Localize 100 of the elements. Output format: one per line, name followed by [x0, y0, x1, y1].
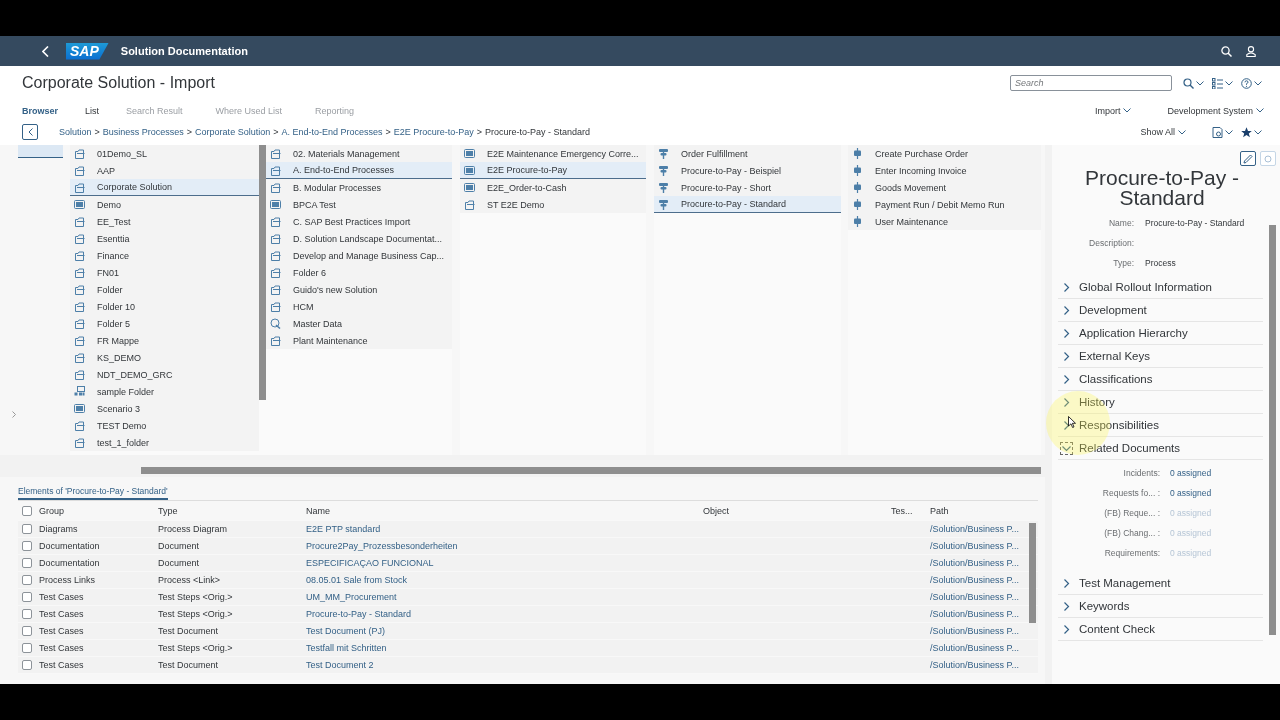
list-item[interactable]: HCM	[266, 298, 452, 315]
list-item[interactable]: A. End-to-End Processes	[266, 162, 452, 179]
list-item[interactable]: sample Folder	[70, 383, 259, 400]
table-link[interactable]: E2E PTP standard	[306, 524, 703, 534]
column-header[interactable]: Type	[158, 505, 306, 516]
favorites-button[interactable]	[1239, 126, 1264, 138]
list-item[interactable]: Order Fulfillment	[654, 145, 841, 162]
breadcrumb-link[interactable]: E2E Procure-to-Pay	[393, 127, 474, 137]
section-header[interactable]: Content Check	[1058, 618, 1263, 641]
list-item[interactable]: Corporate Solution	[70, 179, 259, 196]
section-header[interactable]: Related Documents	[1058, 437, 1263, 460]
list-item[interactable]: Folder	[70, 281, 259, 298]
table-link[interactable]: /Solution/Business P...	[930, 643, 1028, 653]
list-item[interactable]: Folder 10	[70, 298, 259, 315]
show-all-button[interactable]: Show All	[1140, 127, 1186, 137]
table-link[interactable]: Procure-to-Pay - Standard	[306, 609, 703, 619]
checkbox[interactable]	[22, 558, 32, 568]
search-field[interactable]: Search	[1010, 75, 1172, 91]
list-item[interactable]: Scenario 3	[70, 400, 259, 417]
column-header[interactable]: Name	[306, 505, 703, 516]
list-item[interactable]: C. SAP Best Practices Import	[266, 213, 452, 230]
list-item[interactable]: TEST Demo	[70, 417, 259, 434]
table-link[interactable]: /Solution/Business P...	[930, 524, 1028, 534]
list-item[interactable]: Esenttia	[70, 230, 259, 247]
list-item[interactable]: 01Demo_SL	[70, 145, 259, 162]
section-header[interactable]: External Keys	[1058, 345, 1263, 368]
column-header[interactable]: Group	[39, 505, 158, 516]
list-item[interactable]: Plant Maintenance	[266, 332, 452, 349]
list-item[interactable]: E2E Procure-to-Pay	[460, 162, 646, 179]
help-button[interactable]	[1239, 77, 1264, 89]
scrollbar[interactable]	[259, 145, 266, 400]
scrollbar[interactable]	[1029, 523, 1036, 623]
table-link[interactable]: Test Document (PJ)	[306, 626, 703, 636]
section-header[interactable]: Test Management	[1058, 572, 1263, 595]
table-link[interactable]: Testfall mit Schritten	[306, 643, 703, 653]
list-item[interactable]: Create Purchase Order	[848, 145, 1041, 162]
list-item[interactable]: AAP	[70, 162, 259, 179]
checkbox[interactable]	[22, 660, 32, 670]
section-header[interactable]: Keywords	[1058, 595, 1263, 618]
list-item[interactable]: Folder 5	[70, 315, 259, 332]
filter-button[interactable]	[1210, 126, 1235, 138]
back-button[interactable]	[22, 124, 38, 140]
view-settings-button[interactable]	[1210, 77, 1235, 89]
list-item[interactable]: Procure-to-Pay - Standard	[654, 196, 841, 213]
checkbox[interactable]	[22, 541, 32, 551]
column-header[interactable]: Path	[930, 505, 1028, 516]
list-item[interactable]: FR Mappe	[70, 332, 259, 349]
list-item[interactable]: test_1_folder	[70, 434, 259, 451]
column-header[interactable]: Object	[703, 505, 891, 516]
user-button[interactable]	[1246, 45, 1256, 57]
list-item[interactable]: D. Solution Landscape Documentat...	[266, 230, 452, 247]
column-header[interactable]: Tes...	[891, 505, 930, 516]
tab[interactable]: Browser	[22, 105, 58, 116]
list-item[interactable]: EE_Test	[70, 213, 259, 230]
list-item[interactable]: Enter Incoming Invoice	[848, 162, 1041, 179]
search-menu-button[interactable]	[1181, 77, 1206, 89]
list-item[interactable]: Folder 6	[266, 264, 452, 281]
list-item[interactable]: Procure-to-Pay - Short	[654, 179, 841, 196]
list-item[interactable]: Master Data	[266, 315, 452, 332]
scrollbar[interactable]	[1269, 225, 1276, 635]
list-item[interactable]: KS_DEMO	[70, 349, 259, 366]
table-link[interactable]: 08.05.01 Sale from Stock	[306, 575, 703, 585]
list-item[interactable]: E2E_Order-to-Cash	[460, 179, 646, 196]
table-link[interactable]: /Solution/Business P...	[930, 660, 1028, 670]
list-item[interactable]: Finance	[70, 247, 259, 264]
section-header[interactable]: Global Rollout Information	[1058, 276, 1263, 299]
section-header[interactable]: Classifications	[1058, 368, 1263, 391]
list-item[interactable]: Develop and Manage Business Cap...	[266, 247, 452, 264]
checkbox[interactable]	[22, 524, 32, 534]
section-header[interactable]: Development	[1058, 299, 1263, 322]
list-item[interactable]: B. Modular Processes	[266, 179, 452, 196]
list-item[interactable]: FN01	[70, 264, 259, 281]
list-item[interactable]: Goods Movement	[848, 179, 1041, 196]
table-link[interactable]: ESPECIFICAÇAO FUNCIONAL	[306, 558, 703, 568]
table-link[interactable]: /Solution/Business P...	[930, 609, 1028, 619]
scrollbar[interactable]	[141, 467, 1041, 474]
checkbox[interactable]	[22, 609, 32, 619]
table-link[interactable]: Test Document 2	[306, 660, 703, 670]
list-item[interactable]: Payment Run / Debit Memo Run	[848, 196, 1041, 213]
list-item[interactable]: ST E2E Demo	[460, 196, 646, 213]
section-header[interactable]: Application Hierarchy	[1058, 322, 1263, 345]
expand-handle-icon[interactable]	[12, 411, 16, 418]
list-item[interactable]: User Maintenance	[848, 213, 1041, 230]
checkbox[interactable]	[22, 505, 32, 516]
table-link[interactable]: Procure2Pay_Prozessbesonderheiten	[306, 541, 703, 551]
checkbox[interactable]	[22, 575, 32, 585]
list-item[interactable]: Demo	[70, 196, 259, 213]
menu-button[interactable]: Development System	[1167, 105, 1264, 116]
breadcrumb-link[interactable]: Solution	[59, 127, 92, 137]
table-link[interactable]: /Solution/Business P...	[930, 575, 1028, 585]
breadcrumb-link[interactable]: Corporate Solution	[195, 127, 271, 137]
back-button[interactable]	[40, 43, 51, 59]
checkbox[interactable]	[22, 626, 32, 636]
list-item[interactable]: Procure-to-Pay - Beispiel	[654, 162, 841, 179]
menu-button[interactable]: Import	[1094, 105, 1132, 116]
list-item[interactable]: 02. Materials Management	[266, 145, 452, 162]
breadcrumb-link[interactable]: Business Processes	[102, 127, 184, 137]
assigned-link[interactable]: 0 assigned	[1170, 468, 1266, 478]
table-link[interactable]: /Solution/Business P...	[930, 626, 1028, 636]
checkbox[interactable]	[22, 643, 32, 653]
